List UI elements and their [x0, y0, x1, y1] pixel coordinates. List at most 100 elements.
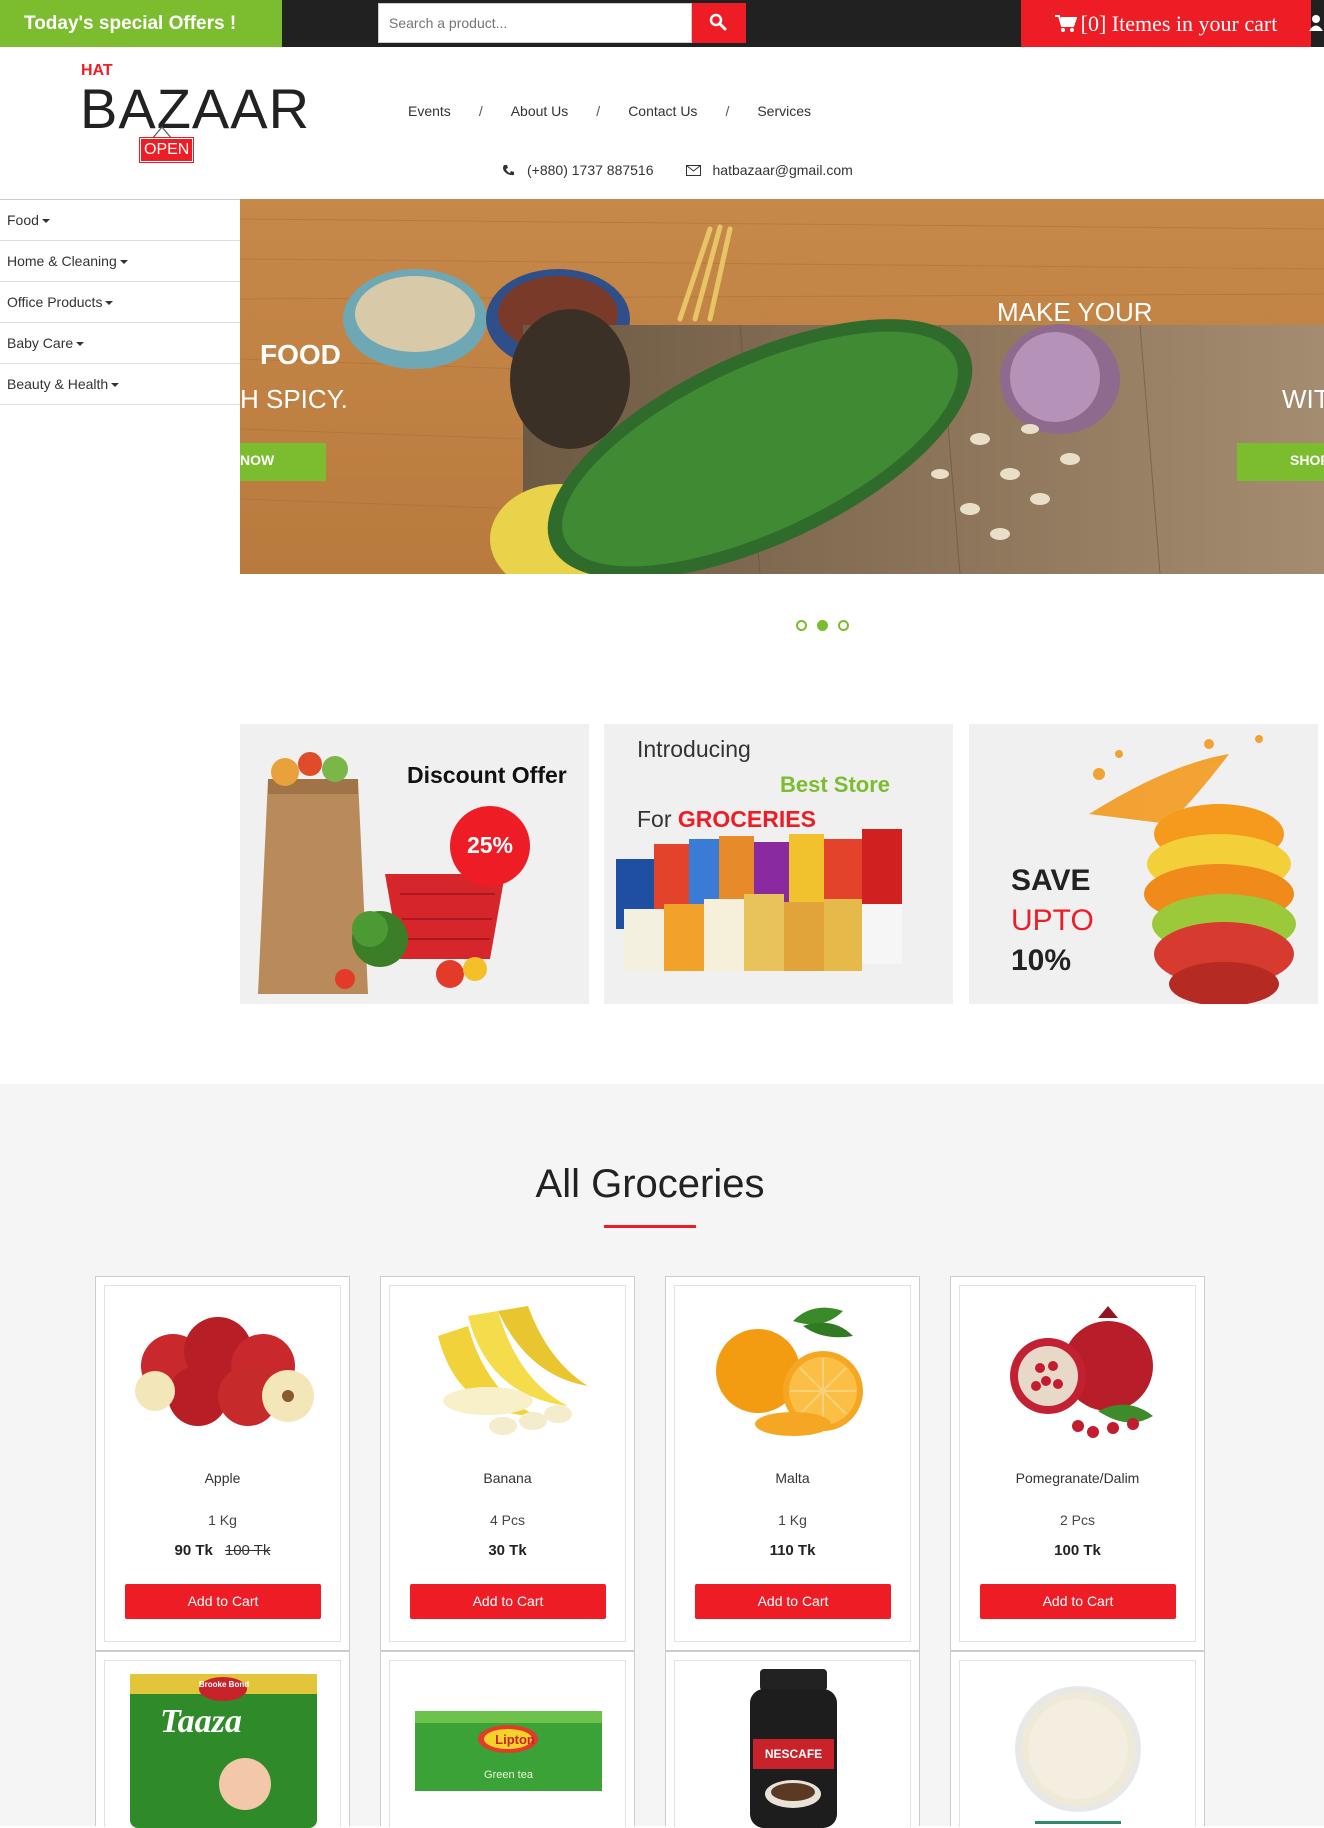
sidebar-item-label: Office Products: [7, 294, 103, 310]
user-icon[interactable]: [1308, 14, 1324, 34]
save-percent: 10%: [1011, 944, 1072, 977]
category-sidebar: Food Home & Cleaning Office Products Bab…: [0, 199, 240, 405]
caret-down-icon: [41, 219, 50, 224]
product-card-inner: Lipton Green tea: [389, 1660, 626, 1827]
product-card-inner: Apple 1 Kg 90 Tk 100 Tk Add to Cart: [104, 1285, 341, 1642]
product-card-inner: NESCAFE: [674, 1660, 911, 1828]
taaza-tea-image: [130, 1674, 317, 1828]
product-card-inner: [959, 1660, 1196, 1827]
slide-button-left[interactable]: NOW: [240, 452, 274, 468]
add-to-cart-button[interactable]: Add to Cart: [980, 1584, 1176, 1619]
slide-heading-left: FOOD: [260, 339, 341, 370]
product-price: 100 Tk: [960, 1542, 1195, 1559]
nav-services[interactable]: Services: [757, 103, 811, 119]
nav-events[interactable]: Events: [408, 103, 451, 119]
slide-heading-right: MAKE YOUR: [997, 297, 1153, 327]
save-line: SAVE: [1011, 864, 1091, 897]
email-address[interactable]: hatbazaar@gmail.com: [713, 162, 853, 178]
slide-subheading-left: H SPICY.: [240, 384, 348, 414]
product-name[interactable]: Apple: [105, 1470, 340, 1486]
product-card: Pomegranate/Dalim 2 Pcs 100 Tk Add to Ca…: [950, 1276, 1205, 1651]
add-to-cart-button[interactable]: Add to Cart: [410, 1584, 606, 1619]
search-input[interactable]: [378, 3, 692, 43]
sidebar-item-beauty-health[interactable]: Beauty & Health: [0, 364, 240, 405]
product-card: NESCAFE: [665, 1651, 920, 1828]
product-name[interactable]: Pomegranate/Dalim: [960, 1470, 1195, 1486]
sidebar-item-food[interactable]: Food: [0, 200, 240, 241]
logo-open-sign: OPEN: [138, 137, 195, 163]
search-icon: [709, 13, 727, 31]
slider-dots: [791, 620, 854, 631]
groceries-highlight: GROCERIES: [677, 806, 816, 832]
cart-button[interactable]: [0] Itemes in your cart: [1021, 0, 1311, 47]
taaza-brand-text: Taaza: [160, 1703, 242, 1740]
search-button[interactable]: [692, 3, 746, 43]
lipton-tea-image: [415, 1711, 602, 1791]
current-price: 30 Tk: [488, 1542, 527, 1559]
product-card: Apple 1 Kg 90 Tk 100 Tk Add to Cart: [95, 1276, 350, 1651]
sidebar-item-label: Home & Cleaning: [7, 253, 117, 269]
phone-icon: [502, 164, 515, 177]
nav-separator: /: [478, 103, 483, 119]
intro-line: Introducing: [637, 736, 751, 762]
contact-info: (+880) 1737 887516 hatbazaar@gmail.com: [502, 162, 885, 178]
special-offers-link[interactable]: Today's special Offers !: [0, 0, 282, 47]
caret-down-icon: [76, 342, 85, 347]
current-price: 110 Tk: [769, 1542, 816, 1559]
slider-dot-active[interactable]: [817, 620, 828, 631]
product-price: 90 Tk 100 Tk: [105, 1542, 340, 1559]
nav-about-us[interactable]: About Us: [511, 103, 569, 119]
sidebar-item-label: Food: [7, 212, 39, 228]
product-card: Banana 4 Pcs 30 Tk Add to Cart: [380, 1276, 635, 1651]
cart-icon: [1054, 2, 1078, 49]
discount-value: 25%: [466, 832, 514, 858]
sidebar-item-home-cleaning[interactable]: Home & Cleaning: [0, 241, 240, 282]
product-card-inner: Malta 1 Kg 110 Tk Add to Cart: [674, 1285, 911, 1642]
grocery-packages-image: [616, 829, 902, 971]
promo-best-store[interactable]: Introducing Best Store For GROCERIES: [604, 724, 953, 1004]
current-price: 100 Tk: [1054, 1542, 1101, 1559]
product-unit: 2 Pcs: [1059, 1512, 1095, 1528]
caret-down-icon: [111, 383, 120, 388]
product-card-inner: Banana 4 Pcs 30 Tk Add to Cart: [389, 1285, 626, 1642]
slider-background: [240, 199, 1324, 574]
product-name[interactable]: Banana: [390, 1470, 625, 1486]
groceries-line: For GROCERIES: [637, 806, 816, 833]
sidebar-item-office-products[interactable]: Office Products: [0, 282, 240, 323]
best-store-line: Best Store: [780, 772, 891, 797]
main-nav: Events / About Us / Contact Us / Service…: [408, 103, 811, 119]
taaza-maker-text: Brooke Bond: [198, 1680, 250, 1689]
phone-number[interactable]: (+880) 1737 887516: [527, 162, 654, 178]
current-price: 90 Tk: [174, 1542, 213, 1559]
product-unit: 1 Kg: [208, 1512, 237, 1528]
product-name[interactable]: Malta: [675, 1470, 910, 1486]
rice-flour-image: [1015, 1686, 1141, 1824]
product-card-inner: Brooke Bond Taaza: [104, 1660, 341, 1828]
slide-button-right[interactable]: SHOP: [1290, 452, 1324, 468]
cart-label: [0] Itemes in your cart: [1080, 11, 1278, 36]
sidebar-item-baby-care[interactable]: Baby Care: [0, 323, 240, 364]
add-to-cart-button[interactable]: Add to Cart: [695, 1584, 891, 1619]
caret-down-icon: [119, 260, 128, 265]
nav-separator: /: [725, 103, 730, 119]
slider-dot[interactable]: [838, 620, 849, 631]
nescafe-brand-text: NESCAFE: [764, 1747, 823, 1761]
promo-save[interactable]: SAVE UPTO 10%: [969, 724, 1318, 1004]
nav-separator: /: [596, 103, 601, 119]
lipton-sub-text: Green tea: [484, 1769, 533, 1781]
slider-dot[interactable]: [796, 620, 807, 631]
apple-image: [135, 1317, 314, 1426]
promo-discount[interactable]: Discount Offer 25%: [240, 724, 589, 1004]
upto-line: UPTO: [1011, 904, 1094, 937]
product-unit: 1 Kg: [778, 1512, 807, 1528]
add-to-cart-button[interactable]: Add to Cart: [125, 1584, 321, 1619]
logo[interactable]: BAZAAR: [80, 74, 310, 144]
sidebar-item-label: Beauty & Health: [7, 376, 109, 392]
nav-contact-us[interactable]: Contact Us: [628, 103, 697, 119]
orange-image: [716, 1307, 863, 1436]
hero-slider: FOOD H SPICY. NOW MAKE YOUR WIT SHOP: [240, 199, 1324, 574]
product-unit: 4 Pcs: [489, 1512, 525, 1528]
slide-subheading-right: WIT: [1282, 384, 1324, 414]
envelope-icon: [685, 164, 701, 176]
for-text: For: [637, 806, 672, 832]
